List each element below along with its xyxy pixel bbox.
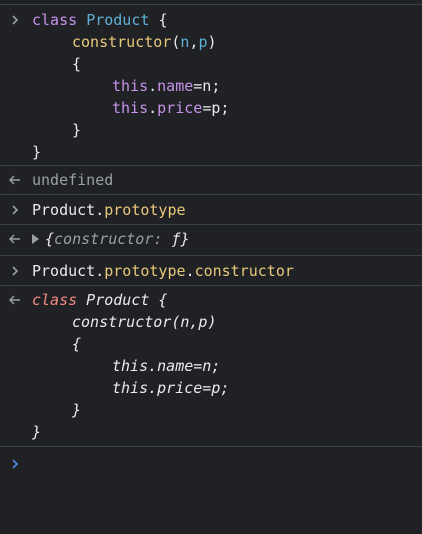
result-arrow-icon bbox=[6, 169, 24, 191]
input-chevron-icon bbox=[6, 9, 24, 31]
input-chevron-icon bbox=[6, 199, 24, 221]
object-preview[interactable]: {constructor: ƒ} bbox=[32, 225, 416, 255]
expand-triangle-icon[interactable] bbox=[32, 233, 39, 244]
code-line: { bbox=[72, 55, 82, 73]
code-line: } bbox=[72, 401, 82, 419]
input-chevron-icon bbox=[6, 260, 24, 282]
code-line: } bbox=[72, 121, 82, 139]
result-arrow-icon bbox=[6, 289, 24, 311]
console-input-entry-1[interactable]: class Product { constructor(n,p) { this.… bbox=[0, 5, 422, 166]
code-line: class Product { bbox=[32, 11, 168, 29]
code-line: this.name=n; bbox=[112, 77, 221, 95]
prompt-chevron-icon bbox=[6, 453, 24, 475]
console-result-entry-3[interactable]: class Product { constructor(n,p) { this.… bbox=[0, 286, 422, 447]
result-value: undefined bbox=[32, 171, 114, 189]
console-result-entry-1[interactable]: undefined bbox=[0, 166, 422, 195]
result-arrow-icon bbox=[6, 228, 24, 250]
console-prompt[interactable] bbox=[0, 447, 422, 481]
code-line: class Product { bbox=[32, 291, 168, 309]
code-line: constructor(n,p) bbox=[72, 33, 217, 51]
console-result-entry-2[interactable]: {constructor: ƒ} bbox=[0, 225, 422, 256]
console-input-entry-3[interactable]: Product.prototype.constructor bbox=[0, 256, 422, 286]
code-line: Product.prototype bbox=[32, 201, 186, 219]
code-line: this.name=n; bbox=[112, 357, 221, 375]
console-input[interactable] bbox=[32, 453, 416, 475]
code-line: Product.prototype.constructor bbox=[32, 262, 294, 280]
console-input-entry-2[interactable]: Product.prototype bbox=[0, 195, 422, 225]
code-line: } bbox=[32, 143, 42, 161]
code-line: } bbox=[32, 423, 42, 441]
code-line: constructor(n,p) bbox=[72, 313, 217, 331]
code-line: this.price=p; bbox=[112, 379, 230, 397]
code-line: { bbox=[72, 335, 82, 353]
code-line: this.price=p; bbox=[112, 99, 230, 117]
